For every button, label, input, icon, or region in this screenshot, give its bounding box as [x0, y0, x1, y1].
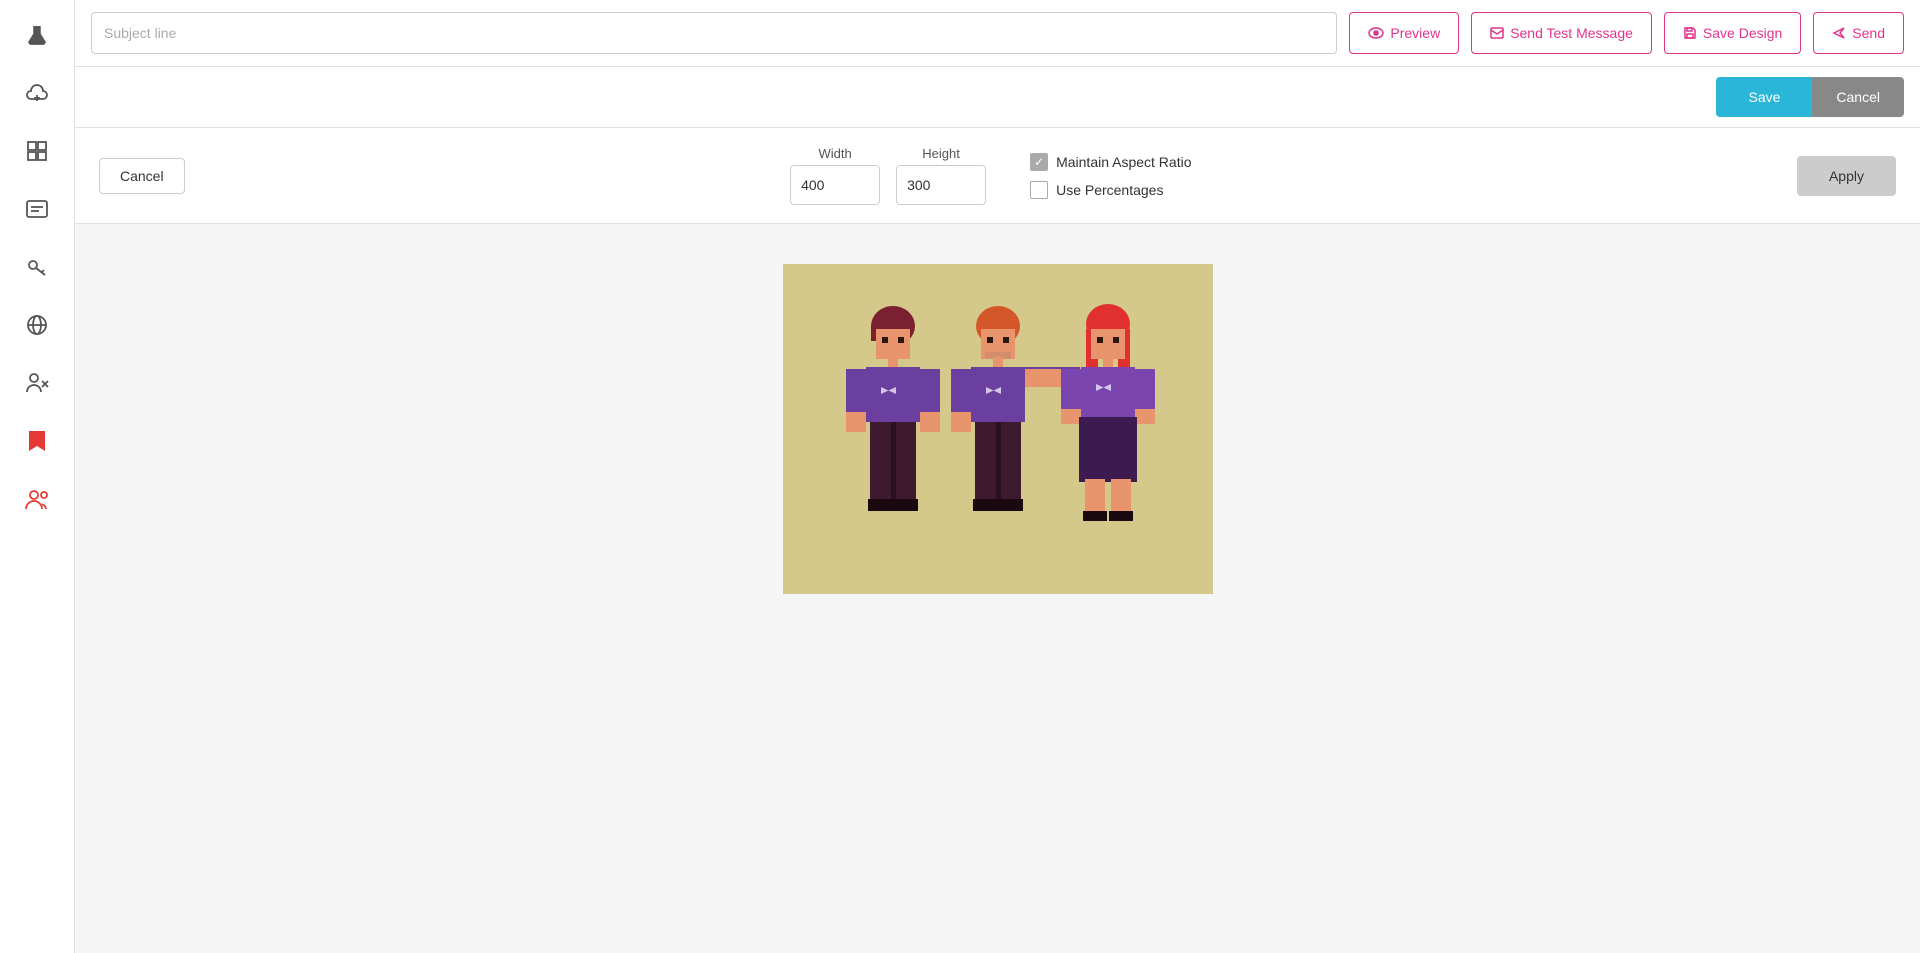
- sidebar-item-flask[interactable]: [12, 10, 62, 60]
- send-test-button[interactable]: Send Test Message: [1471, 12, 1652, 54]
- main-content: Preview Send Test Message Save Design Se…: [75, 0, 1920, 953]
- cancel-bar-button[interactable]: Cancel: [1812, 77, 1904, 117]
- maintain-aspect-checkbox[interactable]: Maintain Aspect Ratio: [1030, 153, 1191, 171]
- sidebar-item-globe[interactable]: [12, 300, 62, 350]
- sidebar: [0, 0, 75, 953]
- height-input[interactable]: [896, 165, 986, 205]
- subject-input[interactable]: [91, 12, 1337, 54]
- sidebar-item-users[interactable]: [12, 474, 62, 524]
- content-area: [75, 224, 1920, 953]
- sidebar-item-id[interactable]: [12, 184, 62, 234]
- width-column: Width: [790, 146, 880, 205]
- sidebar-item-user-remove[interactable]: [12, 358, 62, 408]
- sidebar-item-key[interactable]: [12, 242, 62, 292]
- maintain-aspect-check-box[interactable]: [1030, 153, 1048, 171]
- image-preview: [783, 264, 1213, 594]
- top-bar: Preview Send Test Message Save Design Se…: [75, 0, 1920, 67]
- use-percentages-checkbox[interactable]: Use Percentages: [1030, 181, 1191, 199]
- sidebar-item-bookmark[interactable]: [12, 416, 62, 466]
- width-label: Width: [818, 146, 851, 161]
- save-design-button[interactable]: Save Design: [1664, 12, 1801, 54]
- height-column: Height: [896, 146, 986, 205]
- characters-svg: [788, 274, 1208, 584]
- sidebar-item-cloud[interactable]: [12, 68, 62, 118]
- maintain-aspect-label: Maintain Aspect Ratio: [1056, 154, 1191, 170]
- resize-controls: Cancel Width Height Maintain Aspect Rati…: [75, 128, 1920, 224]
- height-label: Height: [922, 146, 960, 161]
- preview-button[interactable]: Preview: [1349, 12, 1459, 54]
- checkbox-group: Maintain Aspect Ratio Use Percentages: [1030, 153, 1191, 199]
- action-bar: Save Cancel: [75, 67, 1920, 128]
- sidebar-item-grid[interactable]: [12, 126, 62, 176]
- dimension-group: Width Height: [790, 146, 986, 205]
- send-button[interactable]: Send: [1813, 12, 1904, 54]
- use-percentages-label: Use Percentages: [1056, 182, 1163, 198]
- cancel-image-button[interactable]: Cancel: [99, 158, 185, 194]
- use-percentages-check-box[interactable]: [1030, 181, 1048, 199]
- width-input[interactable]: [790, 165, 880, 205]
- apply-button[interactable]: Apply: [1797, 156, 1896, 196]
- save-button[interactable]: Save: [1716, 77, 1812, 117]
